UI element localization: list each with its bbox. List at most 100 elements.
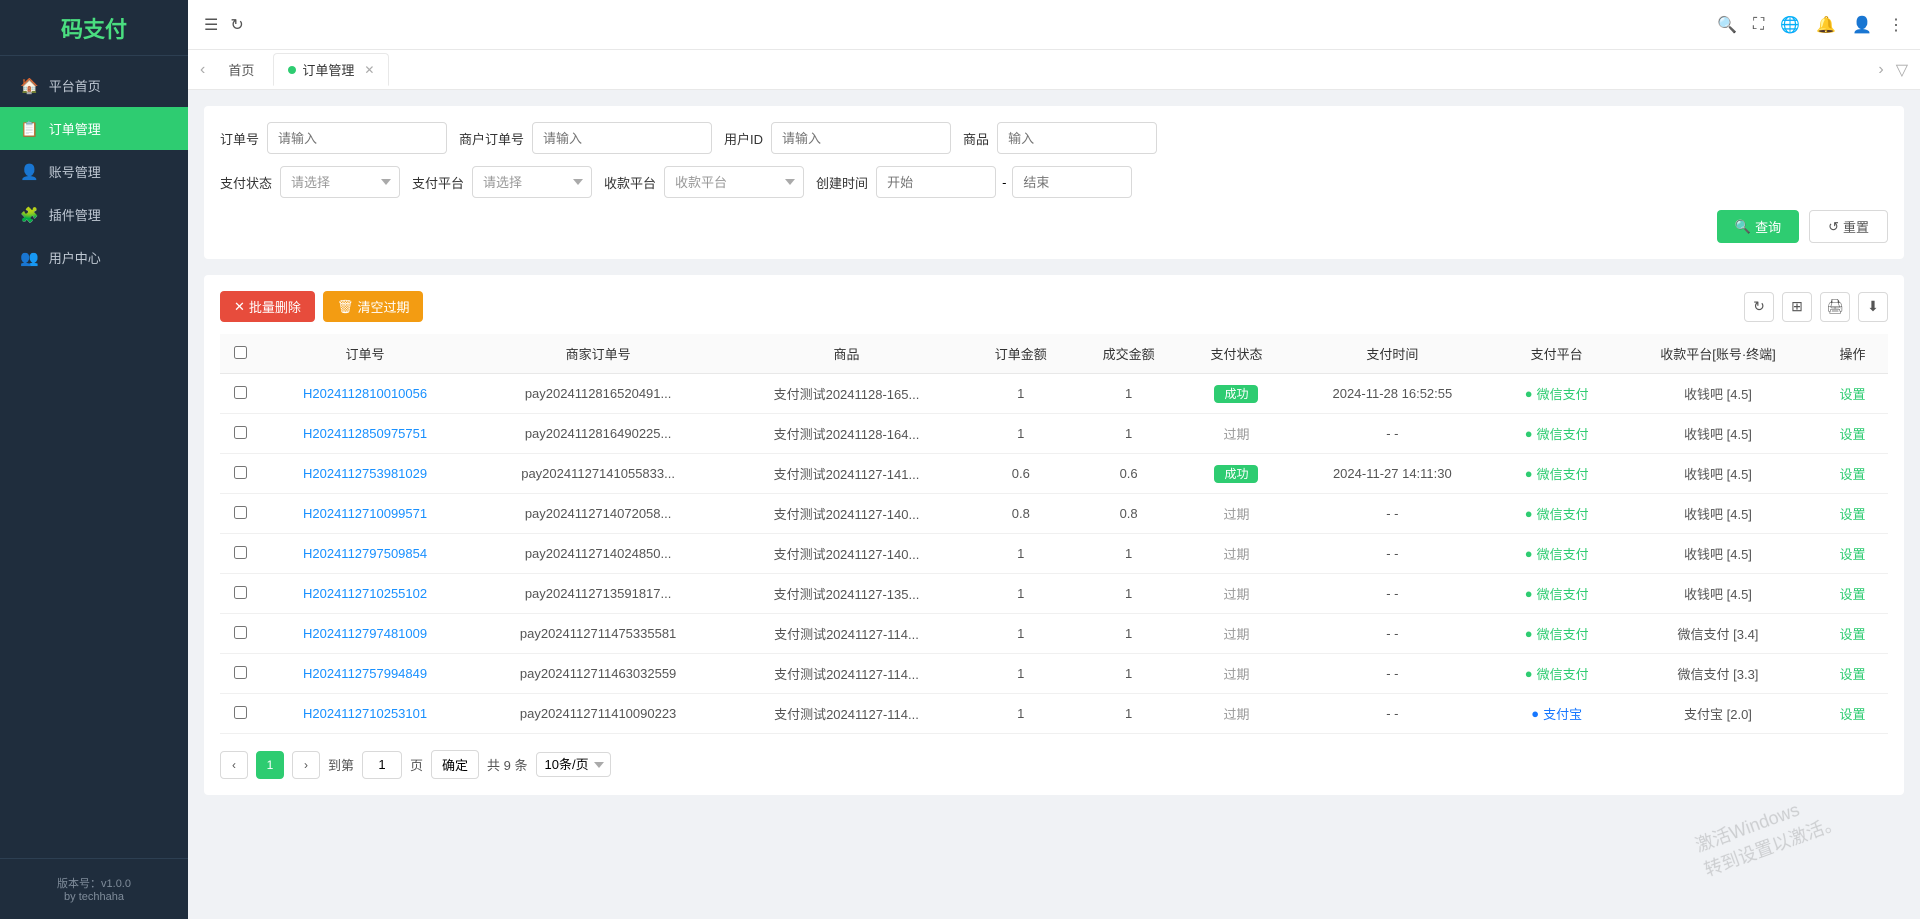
row-checkbox[interactable] (234, 506, 247, 519)
td-deal-amount: 1 (1075, 574, 1183, 614)
table-row: H2024112810010056 pay2024112816520491...… (220, 374, 1888, 414)
search-icon[interactable]: 🔍 (1717, 15, 1737, 35)
next-page-btn[interactable]: › (292, 751, 320, 779)
start-time-input[interactable] (876, 166, 996, 198)
tab-expand-btn[interactable]: ▽ (1892, 60, 1912, 80)
td-pay-status: 成功 (1183, 374, 1291, 414)
td-product: 支付测试20241127-135... (726, 574, 967, 614)
set-button[interactable]: 设置 (1839, 504, 1865, 523)
sidebar-item-plugins[interactable]: 🧩 插件管理 (0, 193, 188, 236)
reset-btn-icon: ↺ (1828, 219, 1839, 235)
globe-icon[interactable]: 🌐 (1780, 15, 1800, 35)
fullscreen-icon[interactable]: ⛶ (1753, 16, 1764, 34)
select-all-checkbox[interactable] (234, 346, 247, 359)
table-export-btn[interactable]: ⬇ (1858, 292, 1888, 322)
td-pay-time: 2024-11-28 16:52:55 (1290, 374, 1494, 414)
row-checkbox[interactable] (234, 586, 247, 599)
set-button[interactable]: 设置 (1839, 424, 1865, 443)
set-button[interactable]: 设置 (1839, 624, 1865, 643)
sidebar-item-orders[interactable]: 📋 订单管理 (0, 107, 188, 150)
user-id-input[interactable] (771, 122, 951, 154)
set-button[interactable]: 设置 (1839, 584, 1865, 603)
table-columns-btn[interactable]: ⊞ (1782, 292, 1812, 322)
main-area: ☰ ↻ 🔍 ⛶ 🌐 🔔 👤 ⋮ ‹ 首页 订单管理 ✕ › ▽ (188, 0, 1920, 919)
pay-platform-select[interactable]: 请选择 (472, 166, 592, 198)
row-checkbox[interactable] (234, 426, 247, 439)
table-row: H2024112797509854 pay2024112714024850...… (220, 534, 1888, 574)
menu-toggle-icon[interactable]: ☰ (204, 15, 218, 35)
topbar-right: 🔍 ⛶ 🌐 🔔 👤 ⋮ (1717, 15, 1904, 35)
table-row: H2024112753981029 pay20241127141055833..… (220, 454, 1888, 494)
search-button[interactable]: 🔍 查询 (1717, 210, 1799, 243)
order-no-link[interactable]: H2024112753981029 (303, 466, 427, 481)
sidebar-item-home[interactable]: 🏠 平台首页 (0, 64, 188, 107)
batch-delete-button[interactable]: ✕ 批量删除 (220, 291, 315, 322)
td-merchant-order: pay20241127141055833... (470, 454, 726, 494)
order-no-input[interactable] (267, 122, 447, 154)
td-checkbox (220, 454, 260, 494)
td-product: 支付测试20241127-140... (726, 494, 967, 534)
tab-close-icon[interactable]: ✕ (364, 63, 374, 77)
set-button[interactable]: 设置 (1839, 544, 1865, 563)
td-pay-status: 过期 (1183, 574, 1291, 614)
td-order-no: H2024112753981029 (260, 454, 470, 494)
td-deal-amount: 0.8 (1075, 494, 1183, 534)
td-merchant-order: pay2024112714072058... (470, 494, 726, 534)
more-icon[interactable]: ⋮ (1888, 15, 1904, 35)
table-print-btn[interactable]: 🖨 (1820, 292, 1850, 322)
td-deal-amount: 0.6 (1075, 454, 1183, 494)
page-goto-input[interactable] (362, 751, 402, 779)
sidebar-item-users[interactable]: 👥 用户中心 (0, 236, 188, 279)
time-separator: - (1002, 175, 1006, 190)
page-confirm-btn[interactable]: 确定 (431, 750, 479, 779)
order-no-link[interactable]: H2024112810010056 (303, 386, 427, 401)
per-page-select[interactable]: 10条/页 (536, 752, 611, 777)
order-no-link[interactable]: H2024112710255102 (303, 586, 427, 601)
row-checkbox[interactable] (234, 546, 247, 559)
order-no-link[interactable]: H2024112710253101 (303, 706, 427, 721)
tab-orders[interactable]: 订单管理 ✕ (273, 53, 389, 86)
order-no-link[interactable]: H2024112757994849 (303, 666, 427, 681)
row-checkbox[interactable] (234, 386, 247, 399)
set-button[interactable]: 设置 (1839, 664, 1865, 683)
table-refresh-btn[interactable]: ↻ (1744, 292, 1774, 322)
row-checkbox[interactable] (234, 466, 247, 479)
row-checkbox[interactable] (234, 626, 247, 639)
table-toolbar: ✕ 批量删除 🗑 清空过期 ↻ ⊞ 🖨 ⬇ (220, 291, 1888, 322)
reset-button[interactable]: ↺ 重置 (1809, 210, 1888, 243)
page-1-btn[interactable]: 1 (256, 751, 284, 779)
sidebar-item-accounts[interactable]: 👤 账号管理 (0, 150, 188, 193)
wechat-icon: ● (1525, 386, 1533, 401)
search-btn-icon: 🔍 (1735, 219, 1751, 235)
order-no-link[interactable]: H2024112797481009 (303, 626, 427, 641)
set-button[interactable]: 设置 (1839, 464, 1865, 483)
collect-platform-select[interactable]: 收款平台 (664, 166, 804, 198)
tab-prev-btn[interactable]: ‹ (196, 61, 209, 79)
td-deal-amount: 1 (1075, 374, 1183, 414)
user-profile-icon[interactable]: 👤 (1852, 15, 1872, 35)
td-merchant-order: pay2024112711475335581 (470, 614, 726, 654)
notification-icon[interactable]: 🔔 (1816, 15, 1836, 35)
td-order-no: H2024112710255102 (260, 574, 470, 614)
td-deal-amount: 1 (1075, 414, 1183, 454)
clear-expired-button[interactable]: 🗑 清空过期 (323, 291, 424, 322)
end-time-input[interactable] (1012, 166, 1132, 198)
pay-status-select[interactable]: 请选择 (280, 166, 400, 198)
td-pay-platform: ●微信支付 (1494, 614, 1619, 654)
row-checkbox[interactable] (234, 706, 247, 719)
td-action: 设置 (1817, 654, 1888, 694)
prev-page-btn[interactable]: ‹ (220, 751, 248, 779)
set-button[interactable]: 设置 (1839, 384, 1865, 403)
order-no-link[interactable]: H2024112797509854 (303, 546, 427, 561)
refresh-icon[interactable]: ↻ (230, 15, 243, 35)
order-no-link[interactable]: H2024112710099571 (303, 506, 427, 521)
set-button[interactable]: 设置 (1839, 704, 1865, 723)
tab-home[interactable]: 首页 (213, 53, 269, 86)
order-no-link[interactable]: H2024112850975751 (303, 426, 427, 441)
merchant-order-input[interactable] (532, 122, 712, 154)
product-input[interactable] (997, 122, 1157, 154)
table-row: H2024112710255102 pay2024112713591817...… (220, 574, 1888, 614)
td-pay-platform: ●微信支付 (1494, 414, 1619, 454)
tab-next-btn[interactable]: › (1874, 60, 1887, 80)
row-checkbox[interactable] (234, 666, 247, 679)
